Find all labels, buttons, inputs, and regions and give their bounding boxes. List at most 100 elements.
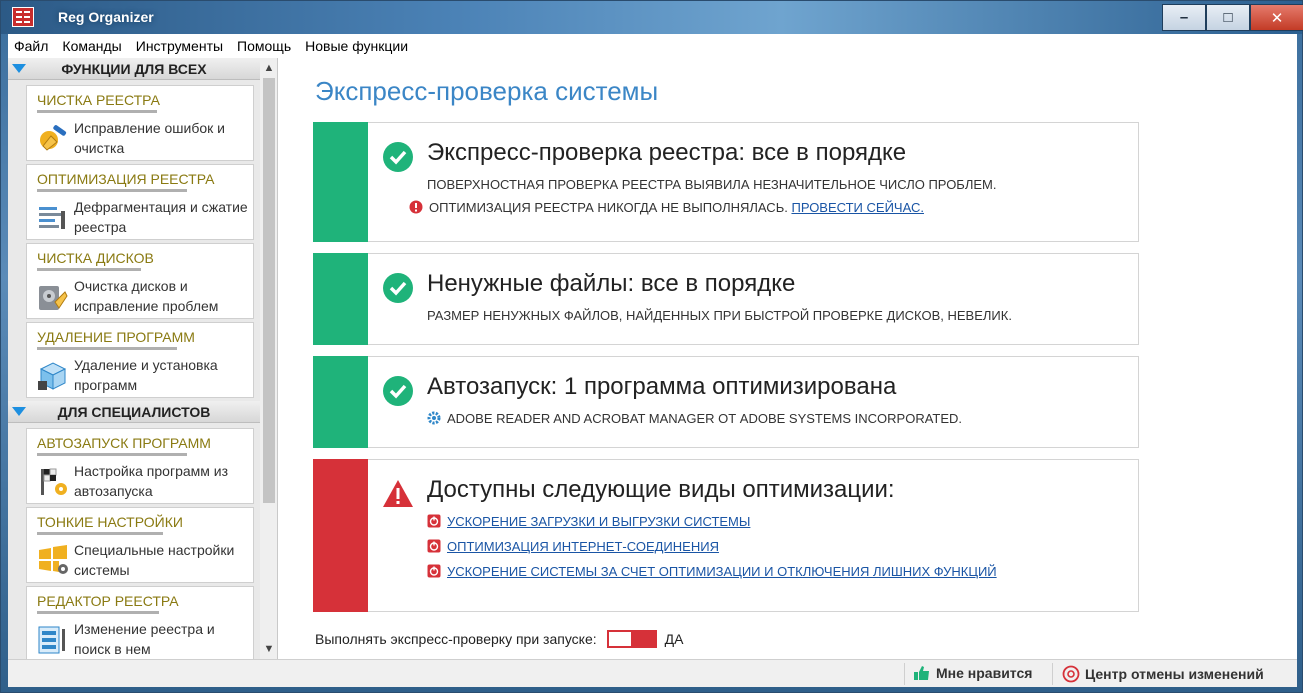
- undo-center-label: Центр отмены изменений: [1085, 666, 1264, 682]
- sidebar-item-title: УДАЛЕНИЕ ПРОГРАММ: [37, 329, 195, 345]
- sidebar-item-title: ЧИСТКА РЕЕСТРА: [37, 92, 160, 108]
- close-button[interactable]: ✕: [1250, 4, 1303, 31]
- autostart-program-text: ADOBE READER AND ACROBAT MANAGER ОТ ADOB…: [447, 411, 963, 426]
- sidebar-item-desc: Специальные настройки системы: [74, 542, 235, 578]
- status-bar-ok: [313, 253, 368, 345]
- scroll-thumb[interactable]: [263, 78, 275, 503]
- warning-triangle-icon: [383, 480, 413, 507]
- toggle-knob: [630, 632, 655, 646]
- sidebar-item-desc: Очистка дисков и исправление проблем: [74, 278, 219, 314]
- optimization-link-system[interactable]: УСКОРЕНИЕ СИСТЕМЫ ЗА СЧЕТ ОПТИМИЗАЦИИ И …: [447, 564, 997, 579]
- junk-files-panel: Ненужные файлы: все в порядке РАЗМЕР НЕН…: [313, 253, 1139, 345]
- windows-gear-icon: [39, 545, 68, 574]
- panel-heading: Экспресс-проверка реестра: все в порядке: [427, 139, 907, 166]
- error-icon: [409, 200, 423, 214]
- disk-clean-icon: [39, 286, 68, 310]
- close-icon: ✕: [1270, 9, 1284, 27]
- like-button[interactable]: Мне нравится: [913, 665, 1032, 681]
- status-bar-ok: [313, 122, 368, 242]
- optimization-never-text: ОПТИМИЗАЦИЯ РЕЕСТРА НИКОГДА НЕ ВЫПОЛНЯЛА…: [429, 200, 788, 215]
- sidebar-item-desc: Изменение реестра и поиск в нем: [74, 621, 215, 657]
- maximize-icon: □: [1223, 9, 1233, 26]
- sidebar-item-title: ТОНКИЕ НАСТРОЙКИ: [37, 514, 183, 530]
- sidebar-item-registry-editor[interactable]: РЕДАКТОР РЕЕСТРА Изменение реестра и пои…: [26, 586, 254, 659]
- optimization-item: УСКОРЕНИЕ ЗАГРУЗКИ И ВЫГРУЗКИ СИСТЕМЫ: [427, 514, 750, 529]
- panel-heading: Ненужные файлы: все в порядке: [427, 270, 796, 297]
- sidebar-item-disk-cleaning[interactable]: ЧИСТКА ДИСКОВ Очистка дисков и исправлен…: [26, 243, 254, 319]
- broom-icon: [40, 125, 67, 151]
- menu-tools[interactable]: Инструменты: [136, 38, 223, 54]
- minimize-icon: –: [1179, 9, 1189, 26]
- sidebar-item-desc: Исправление ошибок и очистка: [74, 120, 225, 156]
- title-underline: [37, 268, 141, 271]
- sidebar: ФУНКЦИИ ДЛЯ ВСЕХ ЧИСТКА РЕЕСТРА Исправле…: [8, 58, 278, 659]
- undo-center-button[interactable]: Центр отмены изменений: [1062, 665, 1264, 683]
- page-title: Экспресс-проверка системы: [315, 76, 659, 106]
- undo-center-icon: [1062, 665, 1080, 683]
- gear-icon: [427, 411, 441, 425]
- section-title: ФУНКЦИИ ДЛЯ ВСЕХ: [61, 61, 207, 77]
- title-underline: [37, 347, 177, 350]
- autostart-panel: Автозапуск: 1 программа оптимизирована A…: [313, 356, 1139, 448]
- sidebar-item-title: ЧИСТКА ДИСКОВ: [37, 250, 154, 266]
- sidebar-item-desc: Дефрагментация и сжатие реестра: [74, 199, 248, 235]
- minimize-button[interactable]: –: [1162, 4, 1206, 31]
- panel-line: ПОВЕРХНОСТНАЯ ПРОВЕРКА РЕЕСТРА ВЫЯВИЛА Н…: [427, 177, 997, 192]
- reg-organizer-logo-icon: [12, 7, 34, 27]
- optimization-link-internet[interactable]: ОПТИМИЗАЦИЯ ИНТЕРНЕТ-СОЕДИНЕНИЯ: [447, 539, 719, 554]
- status-bar-ok: [313, 356, 368, 448]
- checkmark-icon: [383, 376, 413, 406]
- scroll-down-icon[interactable]: ▼: [260, 641, 277, 657]
- maximize-button[interactable]: □: [1206, 4, 1250, 31]
- app-window: Reg Organizer – □ ✕ Файл Команды Инструм…: [0, 0, 1303, 693]
- sidebar-scrollbar[interactable]: ▲ ▼: [260, 58, 277, 659]
- optimization-link-boot[interactable]: УСКОРЕНИЕ ЗАГРУЗКИ И ВЫГРУЗКИ СИСТЕМЫ: [447, 514, 750, 529]
- express-check-toggle-row: Выполнять экспресс-проверку при запуске:…: [315, 630, 683, 648]
- sidebar-item-fine-tuning[interactable]: ТОНКИЕ НАСТРОЙКИ Специальные настройки с…: [26, 507, 254, 583]
- client-area: Файл Команды Инструменты Помощь Новые фу…: [8, 34, 1297, 687]
- power-icon: [427, 539, 441, 553]
- sidebar-item-registry-cleaning[interactable]: ЧИСТКА РЕЕСТРА Исправление ошибок и очис…: [26, 85, 254, 161]
- defrag-icon: [39, 207, 65, 229]
- window-title: Reg Organizer: [58, 9, 154, 25]
- like-label: Мне нравится: [936, 665, 1033, 681]
- section-header-specialists[interactable]: ДЛЯ СПЕЦИАЛИСТОВ: [8, 401, 260, 423]
- title-underline: [37, 453, 187, 456]
- menu-commands[interactable]: Команды: [62, 38, 121, 54]
- scroll-up-icon[interactable]: ▲: [260, 60, 277, 76]
- sidebar-item-title: АВТОЗАПУСК ПРОГРАММ: [37, 435, 211, 451]
- power-icon: [427, 564, 441, 578]
- panel-heading: Доступны следующие виды оптимизации:: [427, 476, 895, 503]
- checkmark-icon: [383, 142, 413, 172]
- optimization-item: ОПТИМИЗАЦИЯ ИНТЕРНЕТ-СОЕДИНЕНИЯ: [427, 539, 719, 554]
- status-separator: [1052, 663, 1053, 685]
- toggle-value: ДА: [664, 631, 684, 647]
- run-now-link[interactable]: ПРОВЕСТИ СЕЙЧАС.: [791, 200, 924, 215]
- registry-editor-icon: [38, 626, 65, 654]
- sidebar-item-startup-programs[interactable]: АВТОЗАПУСК ПРОГРАММ Настройка программ и…: [26, 428, 254, 504]
- status-bar-warning: [313, 459, 368, 612]
- menu-bar: Файл Команды Инструменты Помощь Новые фу…: [8, 34, 1297, 58]
- startup-flag-icon: [41, 468, 67, 495]
- section-title: ДЛЯ СПЕЦИАЛИСТОВ: [57, 404, 211, 420]
- panel-line-warning: ОПТИМИЗАЦИЯ РЕЕСТРА НИКОГДА НЕ ВЫПОЛНЯЛА…: [409, 200, 924, 215]
- power-icon: [427, 514, 441, 528]
- status-separator: [904, 663, 905, 685]
- panel-line: РАЗМЕР НЕНУЖНЫХ ФАЙЛОВ, НАЙДЕННЫХ ПРИ БЫ…: [427, 308, 1012, 323]
- menu-file[interactable]: Файл: [14, 38, 48, 54]
- menu-new-features[interactable]: Новые функции: [305, 38, 408, 54]
- sidebar-item-registry-optimization[interactable]: ОПТИМИЗАЦИЯ РЕЕСТРА Дефрагментация и сжа…: [26, 164, 254, 240]
- panel-heading: Автозапуск: 1 программа оптимизирована: [427, 373, 897, 400]
- main-content: Экспресс-проверка системы Экспресс-прове…: [279, 58, 1297, 659]
- title-bar[interactable]: Reg Organizer – □ ✕: [1, 1, 1303, 34]
- section-header-everyone[interactable]: ФУНКЦИИ ДЛЯ ВСЕХ: [8, 58, 260, 80]
- title-underline: [37, 532, 163, 535]
- menu-help[interactable]: Помощь: [237, 38, 291, 54]
- checkmark-icon: [383, 273, 413, 303]
- title-underline: [37, 611, 159, 614]
- status-bar: Мне нравится Центр отмены изменений: [8, 659, 1297, 687]
- sidebar-item-title: РЕДАКТОР РЕЕСТРА: [37, 593, 179, 609]
- toggle-label: Выполнять экспресс-проверку при запуске:: [315, 631, 597, 647]
- sidebar-item-uninstall-programs[interactable]: УДАЛЕНИЕ ПРОГРАММ Удаление и установка п…: [26, 322, 254, 398]
- express-check-toggle[interactable]: [606, 630, 657, 648]
